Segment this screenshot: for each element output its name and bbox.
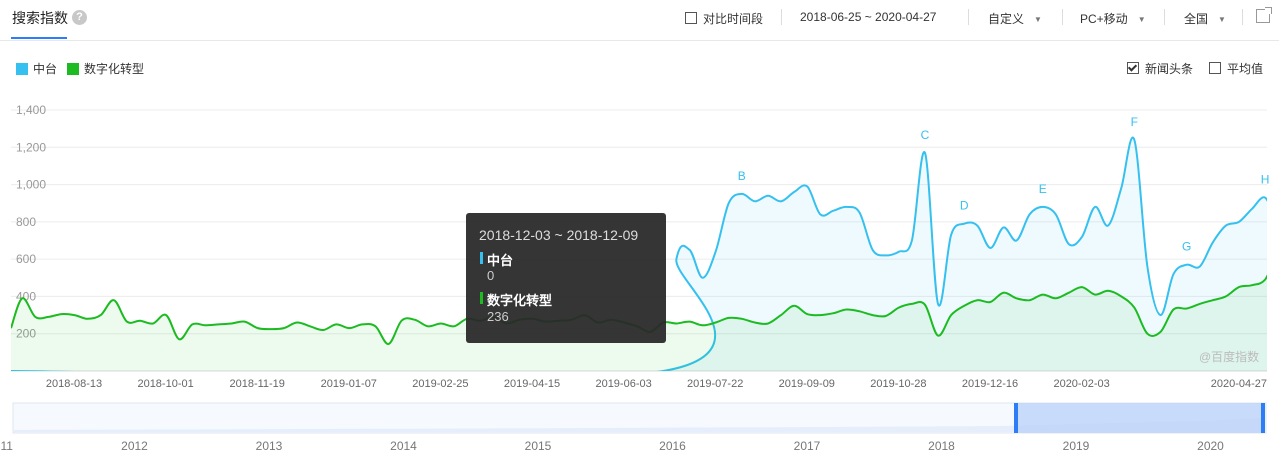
chart-tooltip: 2018-12-03 ~ 2018-12-09 中台 0 数字化转型 236 (466, 213, 666, 343)
navigator-selected-range[interactable] (1016, 403, 1264, 433)
navigator-year-label: 2013 (256, 439, 283, 453)
y-tick-label: 1,000 (16, 178, 46, 192)
news-annotation-label: H (1261, 173, 1270, 187)
y-tick-label: 1,200 (16, 140, 46, 154)
tooltip-date: 2018-12-03 ~ 2018-12-09 (479, 227, 639, 243)
navigator-year-label: 2017 (794, 439, 821, 453)
x-tick-label: 2019-01-07 (321, 378, 377, 390)
y-tick-label: 800 (16, 215, 36, 229)
navigator-left-handle[interactable] (1014, 403, 1018, 433)
tooltip-series-name: 数字化转型 (480, 290, 552, 309)
x-tick-label: 2019-02-25 (412, 378, 468, 390)
navigator-right-handle[interactable] (1261, 403, 1265, 433)
x-tick-label: 2019-04-15 (504, 378, 560, 390)
navigator-year-label: 2011 (0, 439, 13, 453)
x-tick-label: 2018-10-01 (137, 378, 193, 390)
x-tick-label: 2019-06-03 (595, 378, 651, 390)
tooltip-series-value: 236 (487, 309, 509, 324)
news-annotation-label: C (921, 128, 930, 142)
navigator-year-label: 2015 (525, 439, 552, 453)
x-tick-label: 2019-12-16 (962, 378, 1018, 390)
navigator-year-label: 2019 (1063, 439, 1090, 453)
news-annotation-label: D (960, 199, 969, 213)
news-annotation-label: G (1182, 240, 1191, 254)
watermark: @百度指数 (1199, 350, 1260, 364)
tooltip-series-value: 0 (487, 268, 495, 283)
x-tick-label: 2019-09-09 (779, 378, 835, 390)
x-tick-label: 2019-07-22 (687, 378, 743, 390)
navigator-year-label: 2018 (928, 439, 955, 453)
news-annotation-label: B (738, 169, 746, 183)
x-tick-label: 2018-11-19 (229, 378, 284, 390)
y-tick-label: 600 (16, 252, 36, 266)
navigator-year-label: 2012 (121, 439, 148, 453)
news-annotation-label: F (1131, 115, 1138, 129)
navigator-year-label: 2020 (1197, 439, 1224, 453)
x-tick-label: 2018-08-13 (46, 378, 102, 390)
x-tick-label: 2020-02-03 (1053, 378, 1109, 390)
y-tick-label: 1,400 (16, 103, 46, 117)
x-tick-label: 2020-04-27 (1211, 378, 1267, 390)
tooltip-series-name: 中台 (480, 250, 513, 269)
navigator-year-label: 2014 (390, 439, 417, 453)
navigator-year-label: 2016 (659, 439, 686, 453)
news-annotation-label: E (1039, 182, 1047, 196)
x-tick-label: 2019-10-28 (870, 378, 926, 390)
